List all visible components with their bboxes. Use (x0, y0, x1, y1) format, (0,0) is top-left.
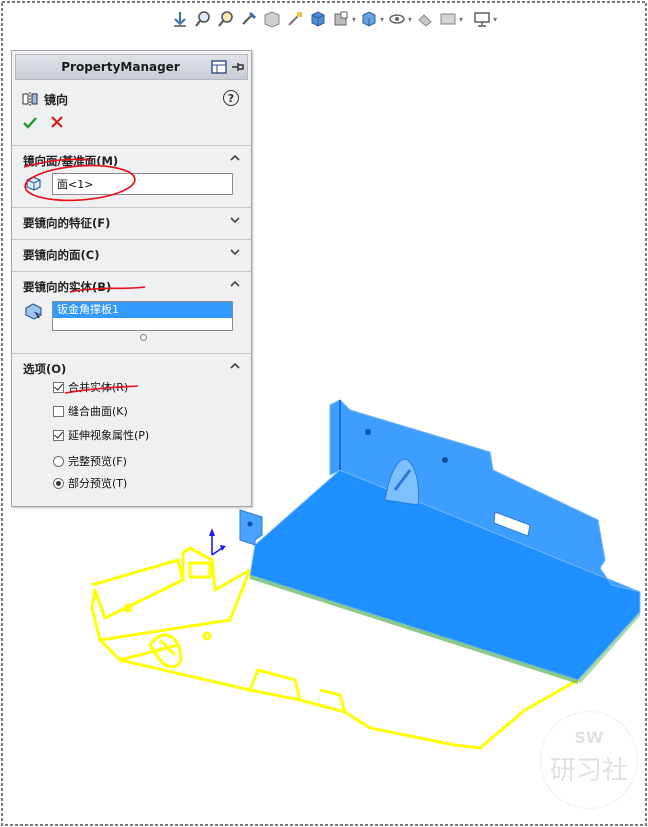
panel-split-icon[interactable] (211, 59, 227, 75)
ok-check-icon[interactable] (22, 115, 38, 131)
cancel-x-icon[interactable] (50, 115, 64, 129)
checkbox-unchecked[interactable] (53, 405, 64, 417)
feature-title-row: 镜向 ? (22, 89, 241, 109)
knit-surfaces-label: 缝合曲面(K) (68, 405, 128, 418)
chevron-up-icon[interactable] (229, 360, 241, 372)
propagate-visual-checkbox[interactable]: 延伸视象属性(P) (53, 427, 149, 443)
mirror-face-field[interactable]: 面<1> (52, 173, 233, 195)
chevron-up-icon[interactable] (229, 152, 241, 164)
solid-body-icon (25, 303, 42, 320)
bodies-to-mirror-title[interactable]: 要镜向的实体(B) (23, 279, 111, 295)
partial-preview-label: 部分预览(T) (68, 477, 128, 490)
checkbox-checked[interactable] (53, 429, 64, 441)
merge-solids-checkbox[interactable]: 合并实体(R) (53, 379, 128, 395)
pin-icon[interactable] (229, 59, 245, 75)
face-plane-icon (26, 176, 41, 191)
partial-preview-radio[interactable]: 部分预览(T) (53, 475, 127, 491)
full-preview-label: 完整预览(F) (68, 455, 127, 468)
radio-selected[interactable] (53, 477, 64, 489)
knit-surfaces-checkbox[interactable]: 缝合曲面(K) (53, 403, 128, 419)
feature-name: 镜向 (44, 92, 69, 107)
propagate-visual-label: 延伸视象属性(P) (68, 429, 150, 442)
bodies-list[interactable]: 钣金角撑板1 (52, 301, 233, 331)
watermark-logo: SW 研习社 (540, 711, 638, 809)
property-manager-header: PropertyManager (15, 54, 248, 80)
mirror-face-section: 镜向面/基准面(M) 面<1> (12, 145, 251, 206)
mirror-face-title[interactable]: 镜向面/基准面(M) (23, 153, 118, 169)
faces-to-mirror-title[interactable]: 要镜向的面(C) (23, 247, 99, 263)
coordinate-triad-icon (209, 528, 226, 556)
features-to-mirror-section: 要镜向的特征(F) (12, 207, 251, 238)
merge-solids-label: 合并实体(R) (68, 381, 129, 394)
help-icon[interactable]: ? (223, 90, 239, 106)
faces-to-mirror-section: 要镜向的面(C) (12, 239, 251, 270)
full-preview-radio[interactable]: 完整预览(F) (53, 453, 127, 469)
bodies-to-mirror-section: 要镜向的实体(B) 钣金角撑板1 (12, 271, 251, 352)
resize-handle[interactable] (140, 334, 147, 341)
chevron-down-icon[interactable] (229, 214, 241, 226)
options-section: 选项(O) 合并实体(R) 缝合曲面(K) 延伸视象属性(P) 完整预览(F) … (12, 353, 251, 506)
property-manager-panel: PropertyManager 镜向 ? 镜向面/基准面(M) 面<1> 要镜向… (11, 50, 252, 507)
chevron-down-icon[interactable] (229, 246, 241, 258)
sheet-metal-body (239, 399, 641, 684)
features-to-mirror-title[interactable]: 要镜向的特征(F) (23, 215, 110, 231)
radio-unselected[interactable] (53, 455, 64, 467)
list-item[interactable]: 钣金角撑板1 (53, 302, 232, 318)
property-manager-title: PropertyManager (61, 60, 180, 74)
chevron-up-icon[interactable] (229, 278, 241, 290)
mirror-feature-icon (22, 92, 38, 106)
checkbox-checked[interactable] (53, 381, 64, 393)
options-title[interactable]: 选项(O) (23, 361, 66, 377)
